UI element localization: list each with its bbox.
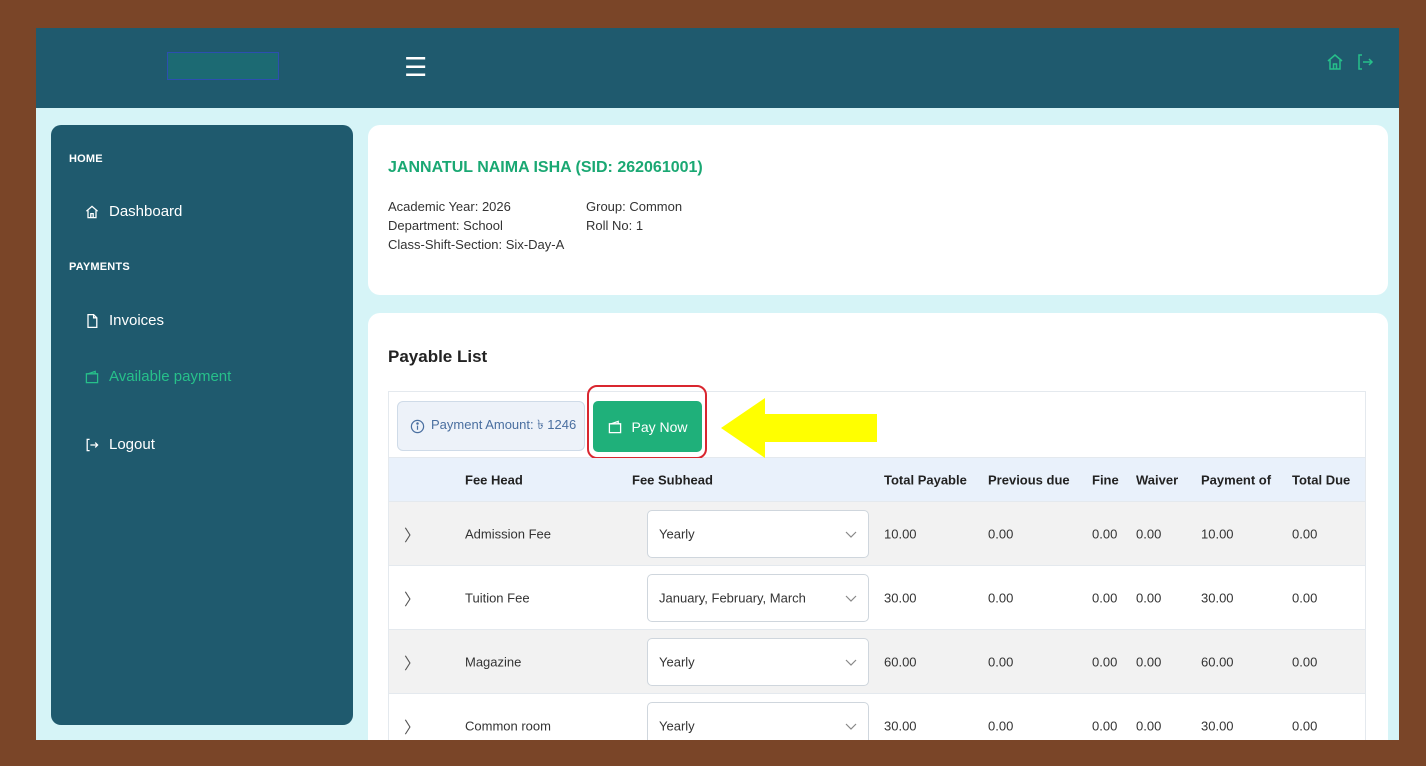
- logout-icon: [86, 438, 99, 451]
- home-icon: [85, 205, 99, 218]
- col-fee-subhead: Fee Subhead: [632, 472, 713, 487]
- info-icon: [410, 419, 425, 433]
- academic-year: Academic Year: 2026: [388, 199, 511, 214]
- sidebar-item-label: Logout: [109, 436, 155, 453]
- table-row: 〉 Magazine Yearly 60.00 0.00 0.00 0.00 6…: [389, 630, 1365, 694]
- total-payable-cell: 30.00: [884, 590, 917, 605]
- student-info-left: Academic Year: 2026 Department: School C…: [388, 197, 564, 254]
- fee-head-cell: Common room: [465, 718, 551, 733]
- sidebar-item-label: Invoices: [109, 312, 165, 329]
- total-payable-cell: 10.00: [884, 526, 917, 541]
- col-total-due: Total Due: [1292, 472, 1351, 487]
- fee-subhead-select[interactable]: Yearly: [647, 638, 869, 686]
- fee-subhead-select[interactable]: Yearly: [647, 510, 869, 558]
- sidebar-item-dashboard[interactable]: Dashboard: [84, 203, 182, 220]
- chevron-down-icon: [845, 595, 857, 602]
- expand-chevron-icon[interactable]: 〉: [404, 586, 420, 610]
- sidebar: HOME Dashboard PAYMENTS Invoices Availab…: [51, 125, 353, 725]
- student-name: JANNATUL NAIMA ISHA (SID: 262061001): [388, 159, 703, 176]
- previous-due-cell: 0.00: [988, 718, 1014, 733]
- fee-subhead-select[interactable]: January, February, March: [647, 574, 869, 622]
- hamburger-icon[interactable]: ☰: [404, 52, 427, 82]
- fine-cell: 0.00: [1092, 590, 1118, 605]
- pointer-arrow-icon: [721, 398, 877, 458]
- sidebar-item-label: Available payment: [109, 368, 232, 385]
- class-shift-section: Class-Shift-Section: Six-Day-A: [388, 237, 565, 252]
- sidebar-item-invoices[interactable]: Invoices: [84, 312, 164, 329]
- select-value: Yearly: [659, 718, 695, 734]
- payable-table: Payment Amount: ৳ 1246 Pay Now Fee Head …: [388, 385, 1366, 740]
- previous-due-cell: 0.00: [988, 590, 1014, 605]
- sidebar-item-logout[interactable]: Logout: [84, 436, 155, 453]
- select-value: January, February, March: [659, 590, 806, 606]
- fee-head-cell: Magazine: [465, 654, 522, 669]
- pay-now-label: Pay Now: [631, 418, 688, 435]
- fee-subhead-select[interactable]: Yearly: [647, 702, 869, 740]
- pay-now-button[interactable]: Pay Now: [593, 401, 702, 452]
- select-value: Yearly: [659, 654, 695, 670]
- fee-head-cell: Admission Fee: [465, 526, 551, 541]
- app-window: ☰ HOME Dashboard PAYMENTS Invoices Avail…: [36, 28, 1399, 740]
- logout-icon[interactable]: [1355, 52, 1375, 77]
- col-payment-of: Payment of: [1201, 472, 1272, 487]
- home-icon[interactable]: [1325, 52, 1345, 77]
- previous-due-cell: 0.00: [988, 654, 1014, 669]
- wallet-icon: [85, 370, 99, 383]
- payment-of-cell: 10.00: [1201, 526, 1234, 541]
- top-icons: [1325, 52, 1375, 77]
- col-previous-due: Previous due: [988, 472, 1070, 487]
- roll-no: Roll No: 1: [586, 218, 644, 233]
- col-fine: Fine: [1092, 472, 1119, 487]
- payable-list-card: Payable List Payment Amount: ৳ 1246 Pay …: [368, 313, 1388, 740]
- sidebar-item-available-payment[interactable]: Available payment: [84, 368, 231, 385]
- col-waiver: Waiver: [1136, 472, 1179, 487]
- payable-list-title: Payable List: [388, 347, 488, 366]
- total-due-cell: 0.00: [1292, 590, 1318, 605]
- department: Department: School: [388, 218, 503, 233]
- file-icon: [87, 313, 98, 328]
- expand-chevron-icon[interactable]: 〉: [404, 714, 420, 738]
- table-action-row: Payment Amount: ৳ 1246 Pay Now: [389, 385, 1365, 459]
- logo[interactable]: [167, 52, 279, 80]
- col-total-payable: Total Payable: [884, 472, 967, 487]
- fee-head-cell: Tuition Fee: [465, 590, 530, 605]
- fine-cell: 0.00: [1092, 718, 1118, 733]
- table-header: Fee Head Fee Subhead Total Payable Previ…: [389, 458, 1365, 502]
- total-payable-cell: 30.00: [884, 718, 917, 733]
- payment-amount-chip: Payment Amount: ৳ 1246: [397, 401, 585, 451]
- payment-of-cell: 30.00: [1201, 590, 1234, 605]
- total-due-cell: 0.00: [1292, 718, 1318, 733]
- table-row: 〉 Admission Fee Yearly 10.00 0.00 0.00 0…: [389, 502, 1365, 566]
- previous-due-cell: 0.00: [988, 526, 1014, 541]
- wallet-icon: [609, 420, 622, 433]
- sidebar-item-label: Dashboard: [109, 203, 183, 220]
- payment-of-cell: 30.00: [1201, 718, 1234, 733]
- group: Group: Common: [586, 199, 683, 214]
- top-navbar: ☰: [36, 28, 1399, 108]
- expand-chevron-icon[interactable]: 〉: [404, 522, 420, 546]
- sidebar-section-payments: PAYMENTS: [69, 261, 130, 273]
- table-row: 〉 Tuition Fee January, February, March 3…: [389, 566, 1365, 630]
- fine-cell: 0.00: [1092, 526, 1118, 541]
- total-payable-cell: 60.00: [884, 654, 917, 669]
- waiver-cell: 0.00: [1136, 526, 1162, 541]
- total-due-cell: 0.00: [1292, 654, 1318, 669]
- waiver-cell: 0.00: [1136, 718, 1162, 733]
- col-fee-head: Fee Head: [465, 472, 523, 487]
- sidebar-section-home: HOME: [69, 153, 103, 165]
- total-due-cell: 0.00: [1292, 526, 1318, 541]
- chevron-down-icon: [845, 531, 857, 538]
- expand-chevron-icon[interactable]: 〉: [404, 650, 420, 674]
- student-info-right: Group: Common Roll No: 1: [586, 197, 682, 235]
- fine-cell: 0.00: [1092, 654, 1118, 669]
- payment-amount-text: Payment Amount: ৳ 1246: [431, 416, 577, 432]
- chevron-down-icon: [845, 659, 857, 666]
- waiver-cell: 0.00: [1136, 654, 1162, 669]
- payment-of-cell: 60.00: [1201, 654, 1234, 669]
- select-value: Yearly: [659, 526, 695, 542]
- table-row: 〉 Common room Yearly 30.00 0.00 0.00 0.0…: [389, 694, 1365, 740]
- student-info-card: JANNATUL NAIMA ISHA (SID: 262061001) Aca…: [368, 125, 1388, 295]
- chevron-down-icon: [845, 723, 857, 730]
- waiver-cell: 0.00: [1136, 590, 1162, 605]
